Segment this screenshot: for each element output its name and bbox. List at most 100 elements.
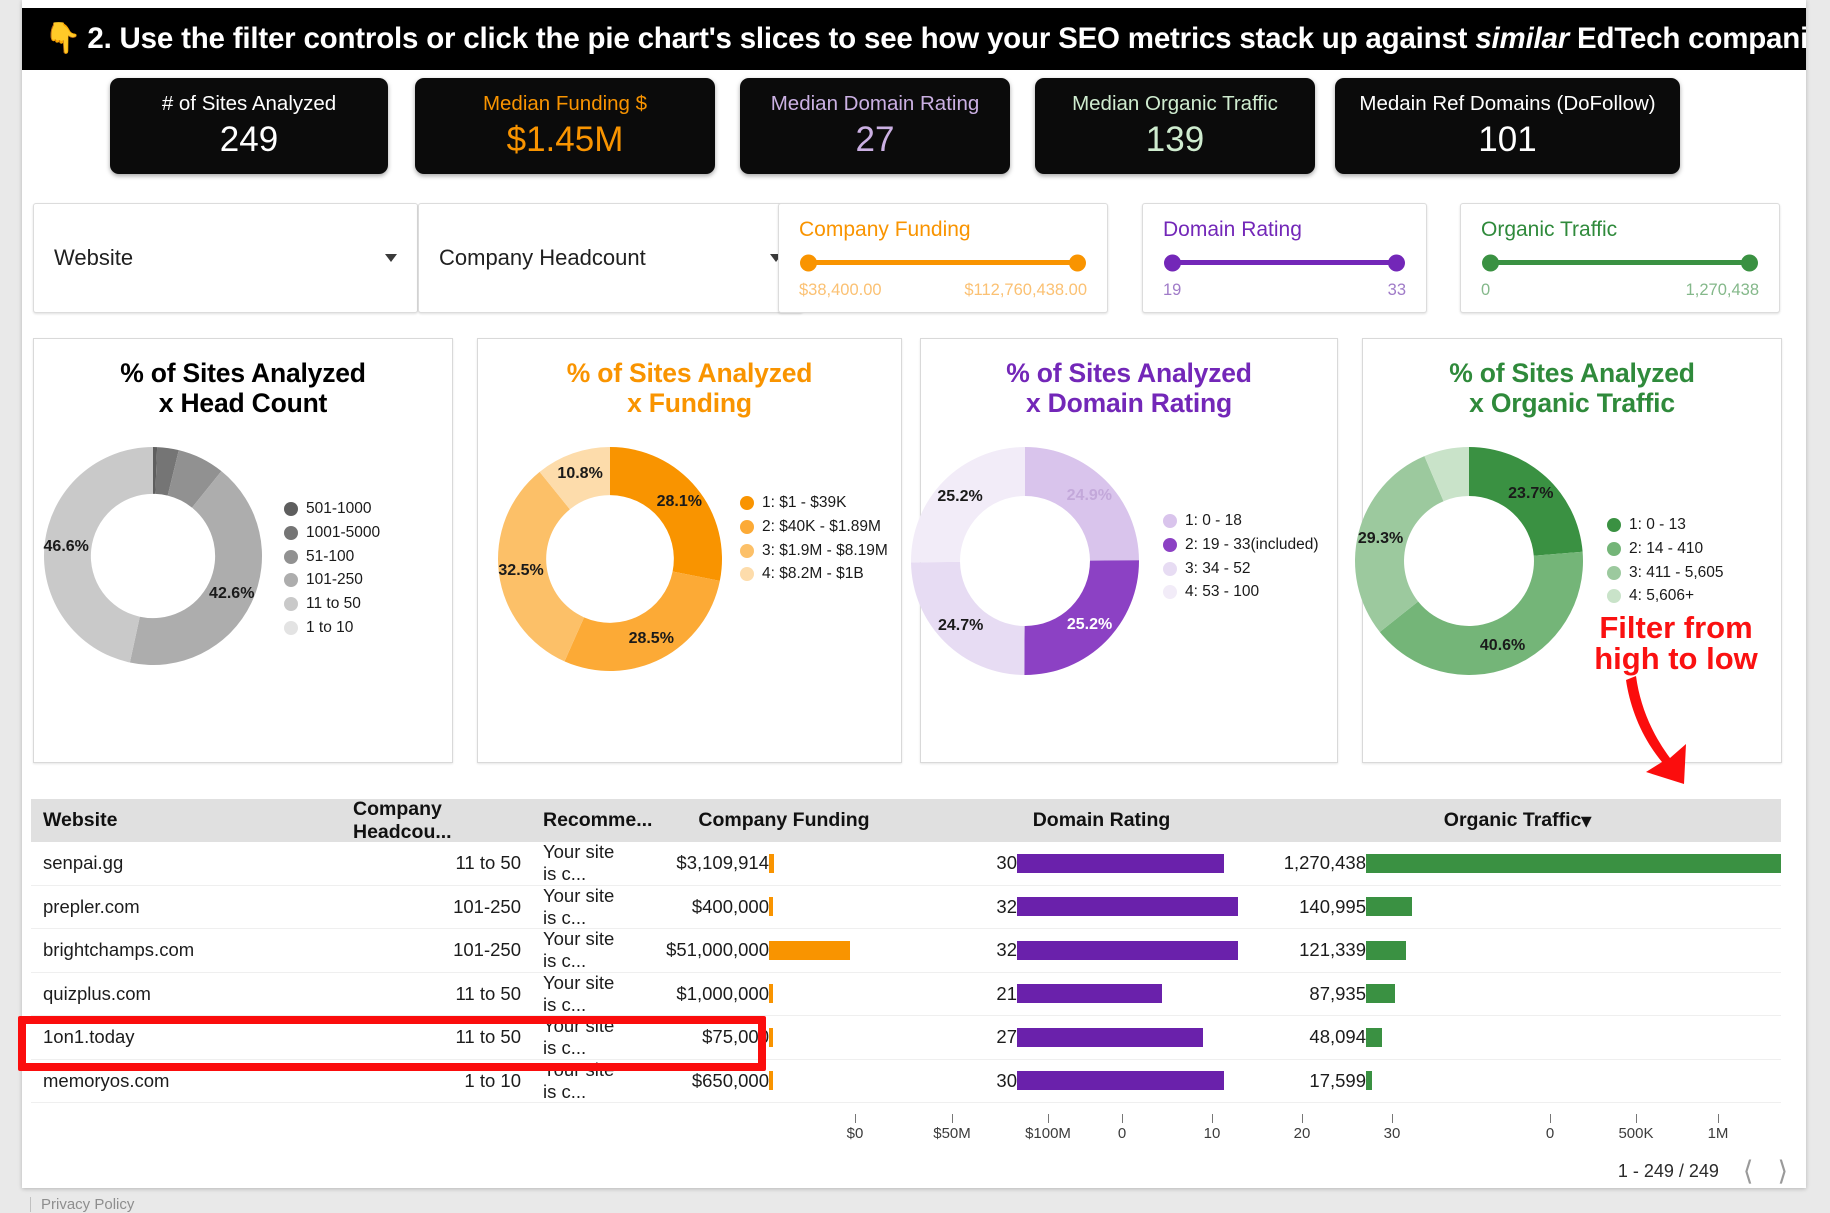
axis-tick-mark [854, 1114, 856, 1123]
cell-website[interactable]: senpai.gg [31, 852, 331, 874]
slider-handle-min[interactable] [1482, 254, 1499, 271]
legend-item[interactable]: 4: 53 - 100 [1163, 582, 1343, 602]
kpi-card-sites-analyzed[interactable]: # of Sites Analyzed 249 [110, 78, 388, 174]
chart-title-line2: x Organic Traffic [1469, 388, 1675, 419]
bar-company-funding [769, 984, 773, 1004]
legend-item[interactable]: 1 to 10 [284, 618, 449, 638]
donut-chart[interactable] [498, 446, 722, 671]
table-row[interactable]: memoryos.com 1 to 10 Your site is c... $650… [31, 1058, 1781, 1103]
pointing-down-hand-icon: 👇 [44, 22, 82, 55]
kpi-value: 139 [1145, 120, 1205, 160]
legend-item[interactable]: 101-250 [284, 570, 449, 590]
donut-slice[interactable] [564, 571, 720, 671]
caret-down-icon[interactable]: ▾ [1581, 809, 1591, 833]
chart-legend: 1: 0 - 13 2: 14 - 410 3: 411 - 5,605 4: 5,6… [1607, 515, 1792, 610]
kpi-title: Median Organic Traffic [1072, 91, 1278, 115]
results-table: Website Company Headcou... Recomme... Compa… [31, 798, 1781, 1103]
legend-item[interactable]: 1: $1 - $39K [740, 493, 915, 513]
cell-domain-rating-value: 21 [996, 982, 1017, 1004]
slider-handle-max[interactable] [1069, 254, 1086, 271]
kpi-title: Medain Ref Domains (DoFollow) [1359, 91, 1656, 115]
cell-recommendation: Your site is c... [543, 1058, 615, 1102]
table-row[interactable]: brightchamps.com 101-250 Your site is c...… [31, 928, 1781, 973]
cell-organic-traffic-value: 121,339 [1299, 939, 1366, 961]
donut-slice[interactable] [610, 446, 722, 581]
cell-organic-traffic: 17,599 [1254, 1070, 1781, 1092]
filter-dropdown-company-headcount[interactable]: Company Headcount [418, 203, 803, 313]
donut-slice[interactable] [1379, 551, 1583, 675]
cell-website[interactable]: memoryos.com [31, 1070, 331, 1092]
bar-organic-traffic [1366, 897, 1413, 917]
kpi-card-median-organic-traffic[interactable]: Median Organic Traffic 139 [1035, 78, 1315, 174]
legend-item[interactable]: 2: $40K - $1.89M [740, 517, 915, 537]
chevron-down-icon[interactable] [385, 254, 397, 262]
slider-handle-min[interactable] [1164, 254, 1181, 271]
slider-handle-max[interactable] [1388, 254, 1405, 271]
chevron-right-icon[interactable]: ⟩ [1777, 1156, 1788, 1187]
donut-chart[interactable] [44, 446, 262, 665]
kpi-card-median-domain-rating[interactable]: Median Domain Rating 27 [740, 78, 1010, 174]
table-column-header[interactable]: Domain Rating [949, 809, 1254, 832]
cell-company-funding-value: $3,109,914 [676, 852, 769, 874]
slider-handle-max[interactable] [1741, 254, 1758, 271]
legend-item[interactable]: 2: 19 - 33(included) [1163, 535, 1343, 555]
donut-slice-label: 23.7% [1508, 484, 1554, 502]
legend-item[interactable]: 1: 0 - 13 [1607, 515, 1792, 535]
axis-tick-mark [951, 1114, 953, 1123]
filter-slider-company-funding[interactable]: Company Funding $38,400.00 $112,760,438.… [778, 203, 1108, 313]
kpi-card-ref-domains[interactable]: Medain Ref Domains (DoFollow) 101 [1335, 78, 1680, 174]
cell-website[interactable]: prepler.com [31, 896, 331, 918]
filter-slider-domain-rating[interactable]: Domain Rating 19 33 [1142, 203, 1427, 313]
legend-item[interactable]: 1: 0 - 18 [1163, 511, 1343, 531]
cell-website[interactable]: quizplus.com [31, 983, 331, 1005]
kpi-card-median-funding[interactable]: Median Funding $ $1.45M [415, 78, 715, 174]
donut-chart[interactable] [1355, 446, 1583, 675]
table-column-header[interactable]: Recomme... [521, 809, 652, 832]
table-column-header[interactable]: Website [31, 809, 331, 832]
legend-item[interactable]: 3: $1.9M - $8.19M [740, 541, 915, 561]
privacy-policy-link[interactable]: Privacy Policy [41, 1196, 134, 1213]
donut-chart[interactable] [911, 446, 1139, 675]
table-column-header[interactable]: Organic Traffic ▾ [1254, 809, 1781, 833]
legend-item[interactable]: 1001-5000 [284, 523, 449, 543]
legend-item[interactable]: 3: 34 - 52 [1163, 559, 1343, 579]
donut-card-domain-rating[interactable]: % of Sites Analyzed x Domain Rating 1: 0… [911, 338, 1338, 763]
legend-item[interactable]: 2: 14 - 410 [1607, 539, 1792, 559]
chart-title-line1: % of Sites Analyzed [1449, 358, 1695, 388]
table-row[interactable]: quizplus.com 11 to 50 Your site is c... $1,… [31, 972, 1781, 1016]
cell-domain-rating: 32 [949, 896, 1254, 918]
legend-item[interactable]: 3: 411 - 5,605 [1607, 563, 1792, 583]
table-row[interactable]: 1on1.today 11 to 50 Your site is c... $75,0… [31, 1015, 1781, 1060]
bar-organic-traffic [1366, 984, 1395, 1004]
table-row[interactable]: prepler.com 101-250 Your site is c... $400,… [31, 885, 1781, 929]
chevron-left-icon[interactable]: ⟨ [1743, 1156, 1754, 1187]
cell-website[interactable]: brightchamps.com [31, 939, 331, 961]
table-row[interactable]: senpai.gg 11 to 50 Your site is c... $3,109… [31, 841, 1781, 886]
axis-tick-mark [1717, 1114, 1719, 1123]
legend-color-swatch [1163, 513, 1177, 528]
slider-track[interactable] [1164, 254, 1405, 271]
filter-slider-organic-traffic[interactable]: Organic Traffic 0 1,270,438 [1460, 203, 1780, 313]
filter-dropdown-website[interactable]: Website [33, 203, 418, 313]
table-column-header[interactable]: Company Headcou... [331, 798, 521, 844]
legend-item[interactable]: 11 to 50 [284, 594, 449, 614]
legend-item[interactable]: 501-1000 [284, 499, 449, 519]
chart-legend: 1: $1 - $39K 2: $40K - $1.89M 3: $1.9M - $… [740, 493, 915, 588]
legend-color-swatch [1607, 565, 1621, 580]
donut-card-head-count[interactable]: % of Sites Analyzed x Head Count 501-100… [33, 338, 453, 763]
legend-item[interactable]: 4: $8.2M - $1B [740, 564, 915, 584]
slider-track[interactable] [1482, 254, 1758, 271]
donut-card-funding[interactable]: % of Sites Analyzed x Funding 1: $1 - $3… [477, 338, 902, 763]
cell-headcount: 101-250 [453, 939, 521, 961]
donut-card-organic-traffic[interactable]: % of Sites Analyzed x Organic Traffic 1:… [1355, 338, 1782, 763]
slider-handle-min[interactable] [800, 254, 817, 271]
annotation-line2: high to low [1594, 641, 1758, 676]
cell-website[interactable]: 1on1.today [31, 1026, 331, 1048]
cell-organic-traffic-value: 1,270,438 [1283, 852, 1366, 874]
legend-item[interactable]: 51-100 [284, 547, 449, 567]
donut-slice-label: 24.9% [1066, 487, 1113, 505]
table-header-row: Website Company Headcou... Recomme... Compa… [31, 798, 1781, 844]
slider-track[interactable] [800, 254, 1086, 271]
legend-item[interactable]: 4: 5,606+ [1607, 586, 1792, 606]
table-column-header[interactable]: Company Funding [619, 809, 949, 832]
